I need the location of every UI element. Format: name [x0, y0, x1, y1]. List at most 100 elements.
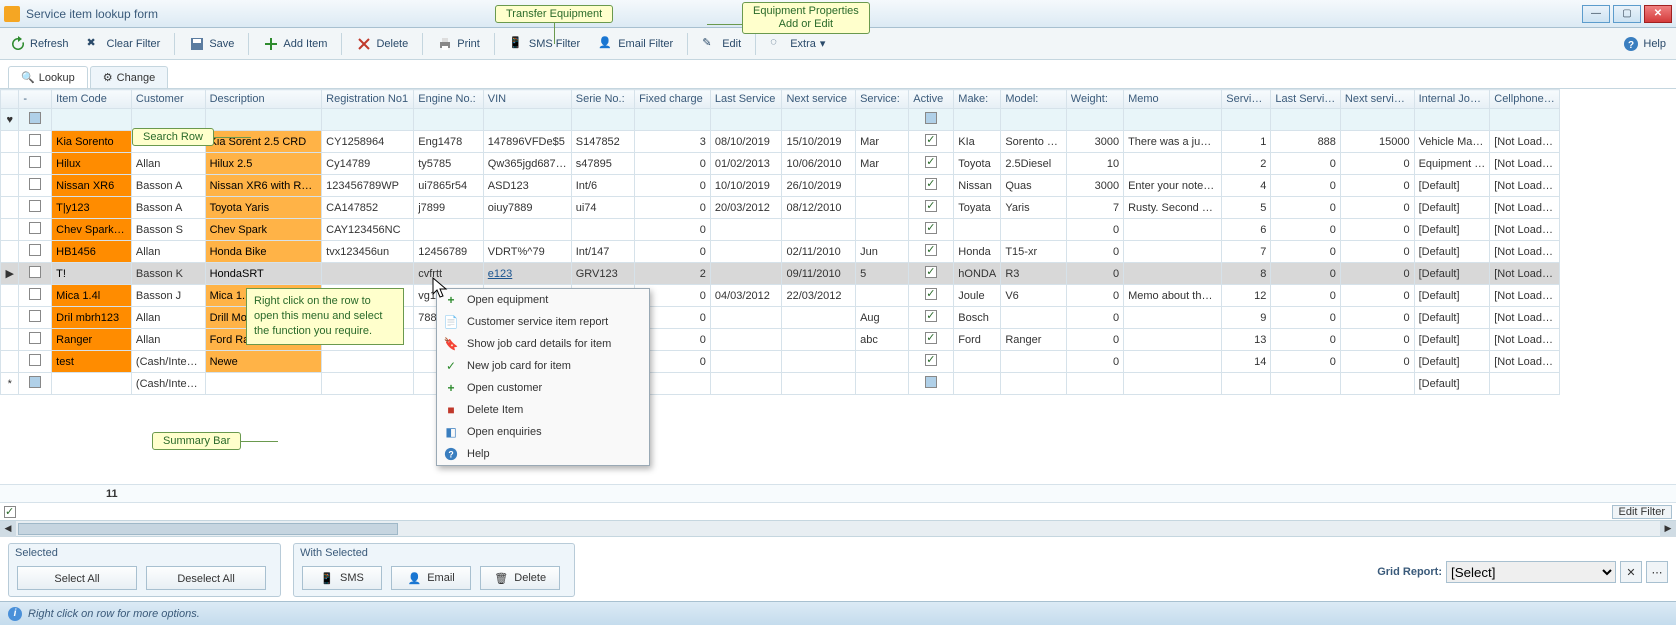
edit-button[interactable]: ✎Edit	[698, 34, 745, 54]
svg-text:?: ?	[1628, 40, 1634, 51]
delete-selected-button[interactable]: 🗑Delete	[480, 566, 560, 590]
service-item-grid[interactable]: - Item Code Customer Description Registr…	[0, 89, 1560, 395]
refresh-button[interactable]: Refresh	[6, 34, 73, 54]
help-icon: ?	[1623, 36, 1639, 52]
help-icon: ?	[443, 446, 459, 462]
email-icon: 👤	[598, 36, 614, 52]
refresh-icon	[10, 36, 26, 52]
horizontal-scrollbar[interactable]: ◀ ▶	[0, 520, 1676, 536]
col-registration[interactable]: Registration No1	[322, 90, 414, 109]
col-next-service[interactable]: Next service	[782, 90, 856, 109]
col-service-item-no[interactable]: Service item no.	[1222, 90, 1271, 109]
col-active[interactable]: Active	[909, 90, 954, 109]
tab-lookup[interactable]: 🔍Lookup	[8, 66, 88, 88]
sms-button[interactable]: 📱SMS	[302, 566, 382, 590]
table-row[interactable]: Mica 1.4lBasson JMica 1.vg1004/03/201222…	[1, 285, 1560, 307]
minimize-button[interactable]: —	[1582, 5, 1610, 23]
col-serie[interactable]: Serie No.:	[571, 90, 634, 109]
titlebar: Service item lookup form — ▢ ✕	[0, 0, 1676, 28]
print-button[interactable]: Print	[433, 34, 484, 54]
col-item-code[interactable]: Item Code	[52, 90, 132, 109]
menu-new-jobcard[interactable]: ✓New job card for item	[437, 355, 649, 377]
col-model[interactable]: Model:	[1001, 90, 1066, 109]
table-row[interactable]: Dril mbrh123AllanDrill Moo7880AugBosch09…	[1, 307, 1560, 329]
col-indicator[interactable]	[1, 90, 19, 109]
tab-change[interactable]: ⚙Change	[90, 66, 168, 88]
extra-button[interactable]: ◌Extra▾	[766, 34, 829, 54]
delete-button[interactable]: Delete	[352, 34, 412, 54]
menu-customer-report[interactable]: 📄Customer service item report	[437, 311, 649, 333]
scroll-left-button[interactable]: ◀	[0, 521, 16, 537]
save-button[interactable]: Save	[185, 34, 238, 54]
col-weight[interactable]: Weight:	[1066, 90, 1123, 109]
menu-open-customer[interactable]: +Open customer	[437, 377, 649, 399]
add-item-button[interactable]: Add Item	[259, 34, 331, 54]
edit-icon: ✎	[702, 36, 718, 52]
enquiry-icon: ◧	[443, 424, 459, 440]
delete-icon: ■	[443, 402, 459, 418]
detail-icon: 🔖	[443, 336, 459, 352]
email-filter-button[interactable]: 👤Email Filter	[594, 34, 677, 54]
col-internal-acc[interactable]: Internal Job Acc	[1414, 90, 1490, 109]
table-row[interactable]: Nissan XR6Basson ANissan XR6 with Roll B…	[1, 175, 1560, 197]
clear-filter-button[interactable]: ✖Clear Filter	[83, 34, 165, 54]
sms-icon: 📱	[320, 572, 334, 585]
filter-enabled-checkbox[interactable]	[4, 506, 16, 518]
report-icon: 📄	[443, 314, 459, 330]
col-service[interactable]: Service:	[856, 90, 909, 109]
filter-row[interactable]: ♥	[1, 109, 1560, 131]
table-row[interactable]: HB1456AllanHonda Biketvx123456un12456789…	[1, 241, 1560, 263]
print-icon	[437, 36, 453, 52]
maximize-button[interactable]: ▢	[1613, 5, 1641, 23]
scroll-right-button[interactable]: ▶	[1660, 521, 1676, 537]
col-next-reading[interactable]: Next service reading	[1340, 90, 1414, 109]
email-button[interactable]: 👤Email	[391, 566, 471, 590]
grid-report-area: Grid Report: [Select] ✕ ⋯	[1377, 561, 1668, 583]
col-last-reading[interactable]: Last Service Reading	[1271, 90, 1341, 109]
col-fixed-charge[interactable]: Fixed charge	[635, 90, 711, 109]
help-button[interactable]: ?Help	[1619, 34, 1670, 54]
col-customer[interactable]: Customer	[131, 90, 205, 109]
col-make[interactable]: Make:	[954, 90, 1001, 109]
table-row[interactable]: test(Cash/Internal)Newe001400[Default][N…	[1, 351, 1560, 373]
menu-delete-item[interactable]: ■Delete Item	[437, 399, 649, 421]
col-memo[interactable]: Memo	[1124, 90, 1222, 109]
search-icon: 🔍	[21, 71, 35, 84]
col-last-service[interactable]: Last Service	[710, 90, 782, 109]
add-icon	[263, 36, 279, 52]
menu-show-jobcard[interactable]: 🔖Show job card details for item	[437, 333, 649, 355]
menu-open-enquiries[interactable]: ◧Open enquiries	[437, 421, 649, 443]
table-row[interactable]: T|y123Basson AToyota YarisCA147852j7899o…	[1, 197, 1560, 219]
col-cellphone[interactable]: Cellphone Number	[1490, 90, 1560, 109]
edit-filter-button[interactable]: Edit Filter	[1612, 505, 1672, 519]
app-icon	[4, 6, 20, 22]
new-row[interactable]: *(Cash/Internal)[Default]	[1, 373, 1560, 395]
menu-open-equipment[interactable]: +Open equipment	[437, 289, 649, 311]
grid-report-select[interactable]: [Select]	[1446, 561, 1616, 583]
table-row[interactable]: RangerAllanFord Ra0abcFordRanger01300[De…	[1, 329, 1560, 351]
col-engine[interactable]: Engine No.:	[414, 90, 484, 109]
selected-group: Selected Select All Deselect All	[8, 543, 281, 597]
select-all-button[interactable]: Select All	[17, 566, 137, 590]
email-icon: 👤	[408, 572, 422, 585]
bottom-panel: Selected Select All Deselect All With Se…	[0, 536, 1676, 601]
scroll-thumb[interactable]	[18, 523, 398, 535]
menu-help[interactable]: ?Help	[437, 443, 649, 465]
table-row[interactable]: Chev Spark 1.3Basson SChev SparkCAY12345…	[1, 219, 1560, 241]
grid-report-clear-button[interactable]: ✕	[1620, 561, 1642, 583]
close-button[interactable]: ✕	[1644, 5, 1672, 23]
grid-report-more-button[interactable]: ⋯	[1646, 561, 1668, 583]
table-row[interactable]: Kia SorentoAllanKia Sorent 2.5 CRDCY1258…	[1, 131, 1560, 153]
table-row[interactable]: ▶T!Basson KHondaSRTcvfrtte123GRV123209/1…	[1, 263, 1560, 285]
col-vin[interactable]: VIN	[483, 90, 571, 109]
deselect-all-button[interactable]: Deselect All	[146, 566, 266, 590]
header-row: - Item Code Customer Description Registr…	[1, 90, 1560, 109]
row-count: 11	[106, 488, 118, 500]
table-row[interactable]: HiluxAllanHilux 2.5Cy14789ty5785Qw365jgd…	[1, 153, 1560, 175]
col-description[interactable]: Description	[205, 90, 322, 109]
sms-filter-button[interactable]: 📱SMS Filter	[505, 34, 584, 54]
col-check[interactable]: -	[19, 90, 52, 109]
delete-icon: 🗑	[494, 572, 508, 585]
filter-expression-row: Edit Filter	[0, 502, 1676, 520]
clear-filter-icon: ✖	[87, 36, 103, 52]
